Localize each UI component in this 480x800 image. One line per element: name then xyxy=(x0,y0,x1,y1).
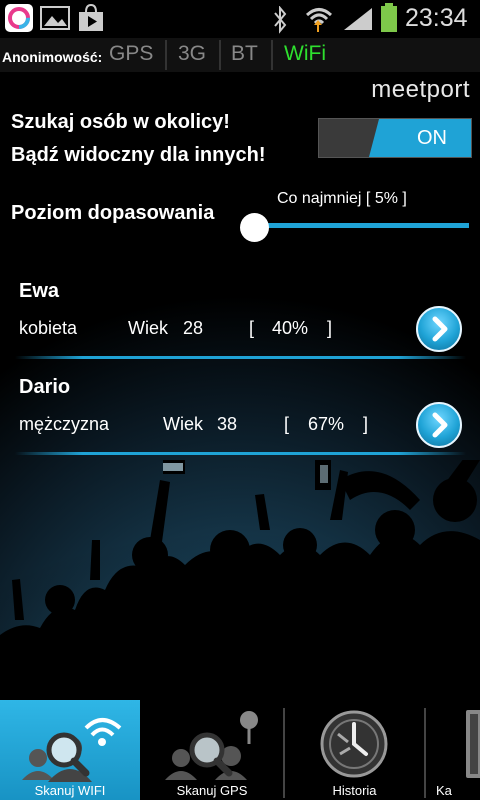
card-icon xyxy=(466,710,480,778)
bluetooth-icon xyxy=(274,6,287,34)
bracket-open: [ xyxy=(249,318,255,338)
divider xyxy=(219,40,221,70)
chevron-right-icon xyxy=(432,412,448,438)
match-level-label: Poziom dopasowania xyxy=(11,202,215,224)
visibility-headline: Bądź widoczny dla innych! xyxy=(11,144,266,166)
tab-label: Historia xyxy=(332,783,377,798)
play-store-icon xyxy=(79,3,103,31)
person-age-label: Wiek xyxy=(163,414,203,434)
scan-gps-icon xyxy=(165,711,258,780)
tab-card[interactable]: Ka xyxy=(426,700,480,800)
signal-strength-icon xyxy=(344,8,372,30)
person-age: 28 xyxy=(183,318,204,338)
toggle-label: ON xyxy=(417,127,447,149)
match-slider-track[interactable] xyxy=(255,223,469,228)
app-launcher-icon xyxy=(5,4,33,32)
divider xyxy=(165,40,167,70)
bottom-tab-bar: Skanuj WIFI Skanuj GPS Historia Ka xyxy=(0,700,480,800)
anonymity-option-gps[interactable]: GPS xyxy=(109,42,153,68)
anonymity-option-bt[interactable]: BT xyxy=(231,42,258,68)
match-slider-thumb[interactable] xyxy=(240,213,269,242)
match-level-caption: Co najmniej [ 5% ] xyxy=(277,190,407,207)
tab-history[interactable]: Historia xyxy=(285,700,424,800)
tab-label: Ka xyxy=(436,783,452,798)
anonymity-label: Anonimowość: xyxy=(2,49,103,65)
status-bar: 23:34 xyxy=(0,0,480,38)
meetport-logo: meetport xyxy=(371,76,470,103)
divider xyxy=(271,40,273,70)
gallery-icon xyxy=(40,6,70,30)
row-divider xyxy=(15,452,466,455)
toggle-edge xyxy=(369,119,389,157)
search-nearby-headline: Szukaj osób w okolicy! xyxy=(11,111,230,133)
person-match: 67% xyxy=(308,414,345,434)
row-divider xyxy=(15,356,466,359)
tab-scan-gps[interactable]: Skanuj GPS xyxy=(141,700,283,800)
anonymity-bar: Anonimowość: GPS 3G BT WiFi xyxy=(0,38,480,73)
tab-label: Skanuj GPS xyxy=(176,783,248,798)
bracket-close: ] xyxy=(327,318,333,338)
person-age: 38 xyxy=(217,414,238,434)
tab-label: Skanuj WIFI xyxy=(34,783,106,798)
tab-scan-wifi[interactable]: Skanuj WIFI xyxy=(0,700,140,800)
chevron-right-icon xyxy=(432,316,448,342)
status-time: 23:34 xyxy=(405,4,468,32)
open-profile-button[interactable] xyxy=(416,402,462,448)
person-name: Dario xyxy=(19,376,71,398)
anonymity-option-wifi[interactable]: WiFi xyxy=(284,42,326,68)
open-profile-button[interactable] xyxy=(416,306,462,352)
history-icon xyxy=(320,710,388,778)
scan-wifi-icon xyxy=(22,718,122,782)
person-name: Ewa xyxy=(19,280,60,302)
person-gender: mężczyzna xyxy=(19,414,110,434)
main-panel: meetport Szukaj osób w okolicy! Bądź wid… xyxy=(0,72,480,700)
crowd-silhouette-image xyxy=(0,460,480,700)
bracket-close: ] xyxy=(363,414,369,434)
wifi-status-icon xyxy=(305,8,333,32)
battery-icon xyxy=(381,3,397,32)
bracket-open: [ xyxy=(284,414,290,434)
person-match: 40% xyxy=(272,318,309,338)
person-age-label: Wiek xyxy=(128,318,168,338)
visibility-toggle[interactable]: ON xyxy=(318,118,472,158)
person-gender: kobieta xyxy=(19,318,78,338)
anonymity-option-3g[interactable]: 3G xyxy=(178,42,206,68)
